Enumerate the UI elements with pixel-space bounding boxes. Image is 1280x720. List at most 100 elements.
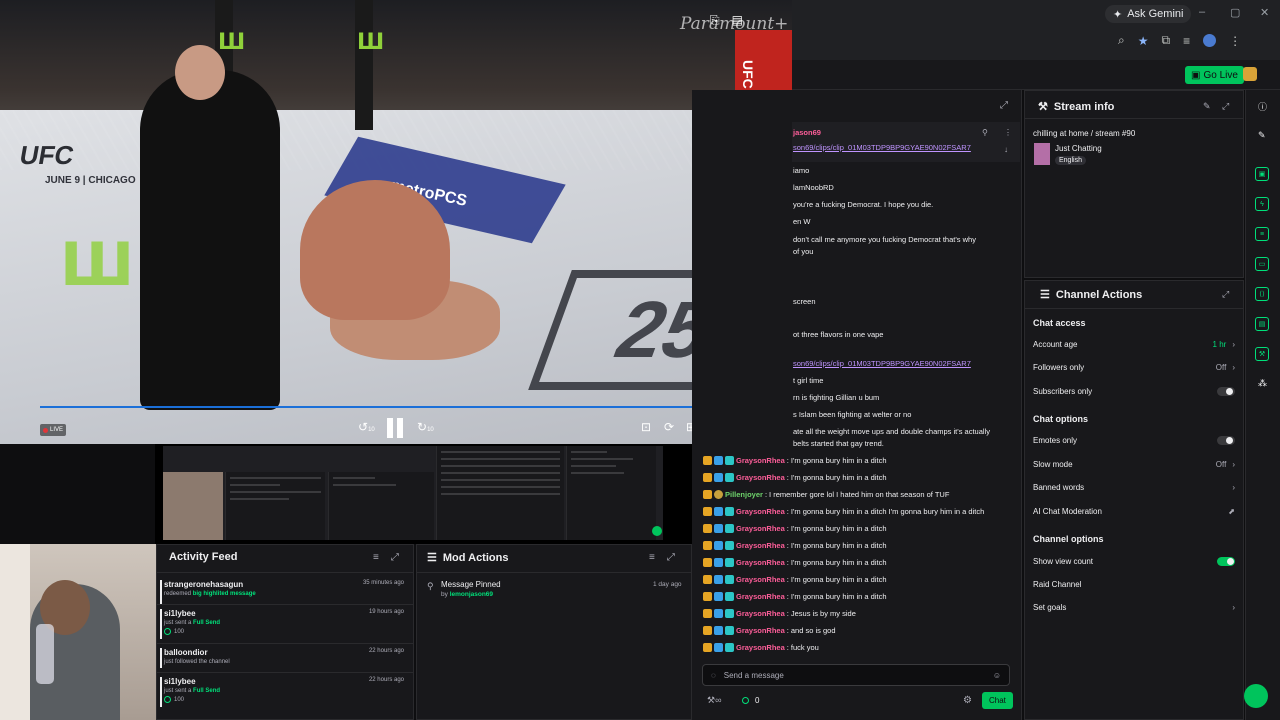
ad-rail-icon[interactable]: ▤ [1255,317,1269,331]
go-live-button[interactable]: ▣ Go Live [1185,66,1244,84]
slow-mode-row[interactable]: Slow mode Off › [1033,460,1235,469]
chat-badge-icon[interactable] [703,592,712,601]
chat-badge-icon[interactable] [725,456,734,465]
chat-message[interactable]: GraysonRhea: I'm gonna bury him in a ditc… [703,592,887,601]
pinned-menu-icon[interactable]: ⋮ [1004,128,1012,137]
language-tag[interactable]: English [1055,156,1086,165]
ai-moderation-row[interactable]: AI Chat Moderation ⬈ [1033,507,1235,516]
chat-message[interactable]: GraysonRhea: I'm gonna bury him in a ditc… [703,575,887,584]
chat-badge-icon[interactable] [714,592,723,601]
minimize-button[interactable]: – [1199,6,1205,18]
chat-username[interactable]: GraysonRhea [736,643,785,652]
chat-message[interactable]: GraysonRhea: I'm gonna bury him in a ditc… [703,473,887,482]
chat-message[interactable]: GraysonRhea: fuck you [703,643,819,652]
chat-badge-icon[interactable] [703,558,712,567]
chat-message[interactable]: Pillenjoyer: I remember gore lol I hated … [703,490,949,499]
chat-badge-icon[interactable] [725,524,734,533]
followers-only-row[interactable]: Followers only Off › [1033,363,1235,372]
zoom-icon[interactable]: ⌕ [1118,33,1125,48]
bookmark-star-icon[interactable]: ★ [1138,34,1149,48]
chat-badge-icon[interactable] [725,575,734,584]
activity-item[interactable]: si1lybee just sent a Full Send 100 22 ho… [160,677,414,707]
chat-badge-icon[interactable] [714,473,723,482]
chat-badge-icon[interactable] [714,575,723,584]
popout-icon[interactable]: ⤢ [667,552,675,563]
chat-badge-icon[interactable] [714,626,723,635]
chat-badge-icon[interactable] [703,575,712,584]
category-text[interactable]: Just Chatting [1055,144,1102,153]
chat-badge-icon[interactable] [703,473,712,482]
captions-icon[interactable]: ▤ [732,13,743,28]
activity-item[interactable]: si1lybee just sent a Full Send 100 19 ho… [160,609,414,639]
info-icon[interactable]: ⓘ [1258,100,1267,113]
add-action-icon[interactable]: ⁂ [1258,378,1267,389]
chat-badge-icon[interactable] [725,643,734,652]
chat-username[interactable]: GraysonRhea [736,575,785,584]
chat-badge-icon[interactable] [725,558,734,567]
chat-badge-icon[interactable] [703,541,712,550]
extensions-icon[interactable]: ⧉ [1162,33,1171,48]
chat-badge-icon[interactable] [703,609,712,618]
clip-icon[interactable]: ⊡ [641,420,651,434]
pinned-link[interactable]: son69/clips/clip_01M03TDP9BP9GYAE90N02FS… [793,143,971,152]
chat-badge-icon[interactable] [714,507,723,516]
media-queue-icon[interactable]: ≡ [1183,34,1190,48]
chat-username[interactable]: Pillenjoyer [725,490,763,499]
chat-badge-icon[interactable] [703,626,712,635]
set-goals-row[interactable]: Set goals › [1033,603,1235,612]
chat-message[interactable]: GraysonRhea: and so is god [703,626,836,635]
cast-icon[interactable]: ⎘ [710,13,720,28]
raid-channel-row[interactable]: Raid Channel [1033,580,1235,589]
show-view-count-toggle[interactable] [1217,557,1235,566]
chat-username[interactable]: GraysonRhea [736,524,785,533]
chat-badge-icon[interactable] [714,643,723,652]
kebab-menu-icon[interactable]: ⋮ [1229,34,1241,48]
account-age-row[interactable]: Account age 1 hr › [1033,340,1235,349]
chat-badge-icon[interactable] [725,541,734,550]
chat-username[interactable]: GraysonRhea [736,541,785,550]
rewind-10-button[interactable]: ↺10 [358,420,375,434]
chat-input[interactable]: ◌ Send a message ☺ [702,664,1010,686]
chat-username[interactable]: GraysonRhea [736,456,785,465]
popout-icon[interactable]: ⤢ [1222,101,1229,112]
activity-item[interactable]: balloondior just followed the channel 22… [160,648,414,668]
chat-badge-icon[interactable] [703,643,712,652]
chat-badge-icon[interactable] [703,524,712,533]
chat-message-link[interactable]: son69/clips/clip_01M03TDP9BP9GYAE90N02FS… [793,359,971,368]
chat-settings-icon[interactable]: ⚙ [963,695,972,706]
activity-item[interactable]: strangeronehasagun redeemed big highlite… [160,580,414,604]
list-rail-icon[interactable]: ≡ [1255,227,1269,241]
close-window-button[interactable]: ✕ [1260,6,1269,19]
chat-message[interactable]: GraysonRhea: I'm gonna bury him in a ditc… [703,507,984,516]
pencil-icon[interactable]: ✎ [1258,130,1266,141]
chat-badge-icon[interactable] [714,524,723,533]
chat-badge-icon[interactable] [714,490,723,499]
chat-badge-icon[interactable] [714,609,723,618]
chat-message[interactable]: GraysonRhea: I'm gonna bury him in a ditc… [703,524,887,533]
popout-icon[interactable]: ⤢ [1222,289,1229,300]
expand-pinned-icon[interactable]: ↓ [1004,145,1008,154]
video-player[interactable]: Ш Ш Ш UFC JUNE 9 | CHICAGO metroPCS UFC … [0,0,792,444]
edit-icon[interactable]: ✎ [1203,101,1211,112]
chat-message[interactable]: GraysonRhea: Jesus is by my side [703,609,856,618]
chat-username[interactable]: GraysonRhea [736,592,785,601]
popout-icon[interactable]: ⤢ [391,552,399,563]
mod-action-item[interactable]: Message Pinned by lemonjason69 [441,580,501,598]
chat-badge-icon[interactable] [714,541,723,550]
filter-icon[interactable]: ≡ [649,552,655,563]
chat-username[interactable]: GraysonRhea [736,507,785,516]
chat-badge-icon[interactable] [703,456,712,465]
channel-points-display[interactable]: 0 [742,696,759,705]
chat-popout-icon[interactable]: ⤢ [1000,100,1008,111]
chat-badge-icon[interactable] [725,592,734,601]
chat-badge-icon[interactable] [725,473,734,482]
chat-badge-icon[interactable] [714,558,723,567]
chat-rail-icon[interactable]: ▭ [1255,257,1269,271]
chat-badge-icon[interactable] [725,626,734,635]
emotes-only-toggle[interactable] [1217,436,1235,445]
chat-username[interactable]: GraysonRhea [736,626,785,635]
wrench-rail-icon[interactable]: ⚒ [1255,347,1269,361]
filter-icon[interactable]: ≡ [373,552,379,563]
chat-badge-icon[interactable] [725,609,734,618]
chat-badge-icon[interactable] [725,507,734,516]
